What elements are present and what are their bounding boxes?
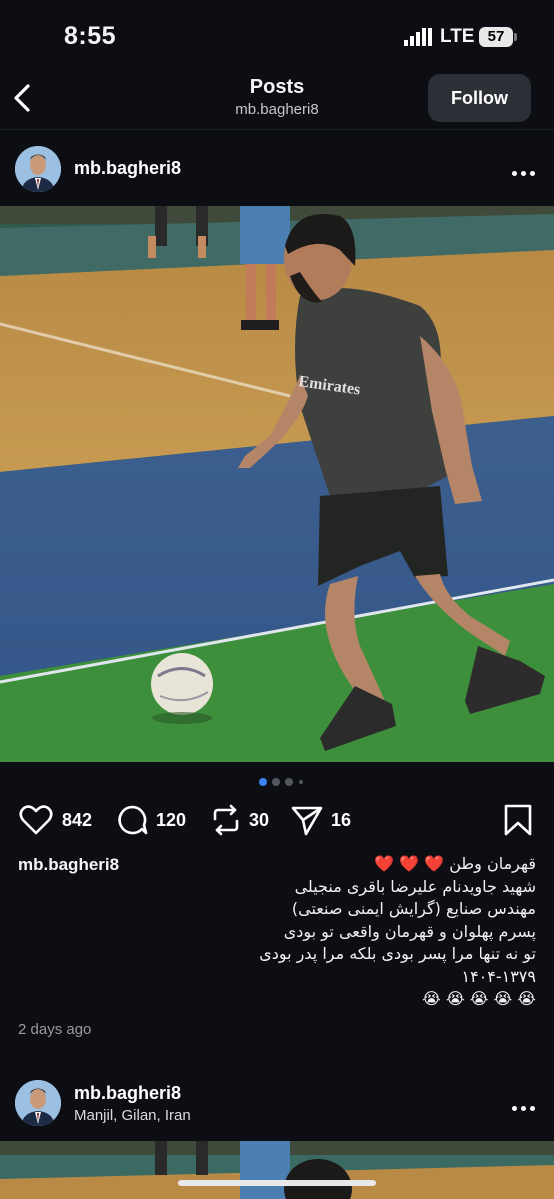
post-image bbox=[0, 1141, 554, 1199]
repost-count[interactable]: 30 bbox=[249, 810, 269, 831]
caption-line: پسرم پهلوان و قهرمان واقعی تو بودی bbox=[283, 921, 536, 941]
post-image: Emirates bbox=[0, 206, 554, 762]
share-count[interactable]: 16 bbox=[331, 810, 351, 831]
avatar[interactable] bbox=[15, 146, 61, 192]
battery-indicator: 57 bbox=[479, 27, 513, 47]
more-icon[interactable] bbox=[512, 163, 540, 176]
post-photo[interactable]: Emirates bbox=[0, 206, 554, 762]
like-count[interactable]: 842 bbox=[62, 810, 92, 831]
avatar-image bbox=[15, 1080, 61, 1126]
bookmark-icon[interactable] bbox=[501, 803, 535, 837]
comment-count[interactable]: 120 bbox=[156, 810, 186, 831]
caption-username[interactable]: mb.bagheri8 bbox=[18, 855, 119, 875]
caption-line: قهرمان وطن ❤️ ❤️ ❤️ bbox=[374, 854, 536, 873]
caption-line: تو نه تنها مرا پسر بودی بلکه مرا پدر بود… bbox=[259, 944, 536, 963]
send-icon[interactable] bbox=[290, 803, 324, 837]
post-timestamp: 2 days ago bbox=[18, 1021, 92, 1038]
home-indicator[interactable] bbox=[178, 1180, 376, 1186]
more-icon[interactable] bbox=[512, 1098, 540, 1111]
follow-button[interactable]: Follow bbox=[428, 74, 531, 122]
network-type: LTE bbox=[440, 26, 475, 47]
next-post-photo[interactable] bbox=[0, 1141, 554, 1199]
caption-line: 😭 😭 😭 😭 😭 bbox=[422, 989, 536, 1008]
post-username[interactable]: mb.bagheri8 bbox=[74, 158, 181, 179]
avatar-image bbox=[15, 146, 61, 192]
caption-text: قهرمان وطن ❤️ ❤️ ❤️ شهید جاویدنام علیرضا… bbox=[236, 853, 536, 1011]
caption-line: ۱۴۰۴-۱۳۷۹ bbox=[461, 966, 536, 986]
caption-line: مهندس صنایع (گرایش ایمنی صنعتی) bbox=[291, 899, 536, 918]
status-time: 8:55 bbox=[64, 22, 117, 50]
battery-tip bbox=[514, 33, 517, 41]
avatar[interactable] bbox=[15, 1080, 61, 1126]
carousel-indicator bbox=[259, 778, 303, 786]
comment-icon[interactable] bbox=[115, 803, 149, 837]
repost-icon[interactable] bbox=[209, 803, 243, 837]
heart-icon[interactable] bbox=[19, 803, 53, 837]
header-divider bbox=[0, 129, 554, 130]
caption-line: شهید جاویدنام علیرضا باقری منجیلی bbox=[294, 876, 536, 896]
signal-icon bbox=[404, 28, 432, 46]
next-post-username[interactable]: mb.bagheri8 bbox=[74, 1083, 181, 1104]
next-post-location[interactable]: Manjil, Gilan, Iran bbox=[74, 1107, 191, 1124]
